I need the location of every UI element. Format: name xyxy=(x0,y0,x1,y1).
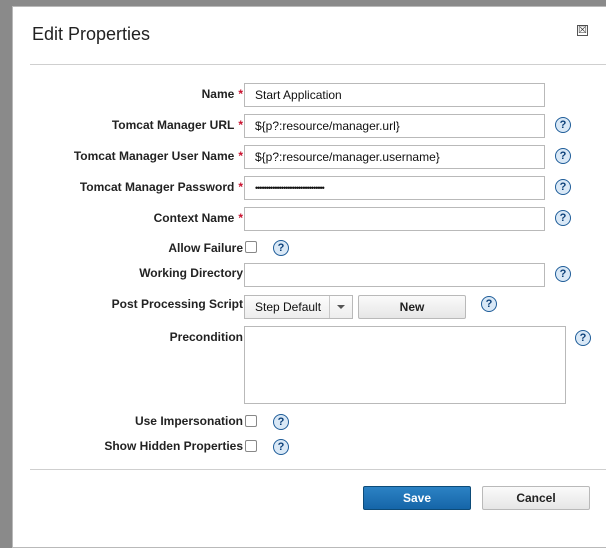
precondition-label: Precondition xyxy=(169,330,243,344)
close-icon[interactable]: ☒ xyxy=(577,25,588,36)
allow-failure-help-icon[interactable]: ? xyxy=(273,240,289,256)
required-marker: * xyxy=(238,211,243,225)
use-impersonation-help-icon[interactable]: ? xyxy=(273,414,289,430)
working-directory-help-icon[interactable]: ? xyxy=(555,266,571,282)
cancel-button[interactable]: Cancel xyxy=(482,486,590,510)
manager-password-label: Tomcat Manager Password * xyxy=(79,180,243,194)
post-processing-help-icon[interactable]: ? xyxy=(481,296,497,312)
working-directory-label: Working Directory xyxy=(139,266,243,280)
name-input[interactable]: Start Application xyxy=(244,83,545,107)
working-directory-input[interactable] xyxy=(244,263,545,287)
allow-failure-checkbox[interactable] xyxy=(245,241,257,253)
chevron-down-icon xyxy=(329,296,352,318)
post-processing-label: Post Processing Script xyxy=(111,297,243,311)
required-marker: * xyxy=(238,180,243,194)
context-name-input[interactable] xyxy=(244,207,545,231)
context-name-label: Context Name * xyxy=(153,211,243,225)
precondition-textarea[interactable] xyxy=(244,326,566,404)
context-name-help-icon[interactable]: ? xyxy=(555,210,571,226)
show-hidden-checkbox[interactable] xyxy=(245,440,257,452)
manager-password-input[interactable]: •••••••••••••••••••••••••••••••• xyxy=(244,176,545,200)
manager-user-label: Tomcat Manager User Name * xyxy=(73,149,243,163)
manager-url-help-icon[interactable]: ? xyxy=(555,117,571,133)
post-processing-selected: Step Default xyxy=(255,300,322,314)
manager-password-help-icon[interactable]: ? xyxy=(555,179,571,195)
use-impersonation-label: Use Impersonation xyxy=(134,414,243,428)
new-script-button[interactable]: New xyxy=(358,295,466,319)
post-processing-select[interactable]: Step Default xyxy=(244,295,353,319)
required-marker: * xyxy=(238,118,243,132)
allow-failure-label: Allow Failure xyxy=(168,241,243,255)
manager-url-input[interactable]: ${p?:resource/manager.url} xyxy=(244,114,545,138)
manager-user-help-icon[interactable]: ? xyxy=(555,148,571,164)
manager-url-label: Tomcat Manager URL * xyxy=(111,118,243,132)
show-hidden-help-icon[interactable]: ? xyxy=(273,439,289,455)
dialog-title: Edit Properties xyxy=(32,24,151,44)
required-marker: * xyxy=(238,87,243,101)
required-marker: * xyxy=(238,149,243,163)
save-button[interactable]: Save xyxy=(363,486,471,510)
edit-properties-dialog: Edit Properties ☒ Name * Start Applicatio… xyxy=(12,6,606,548)
manager-user-input[interactable]: ${p?:resource/manager.username} xyxy=(244,145,545,169)
header-divider xyxy=(30,64,606,65)
name-label: Name * xyxy=(201,87,243,101)
show-hidden-label: Show Hidden Properties xyxy=(104,439,243,453)
footer-divider xyxy=(30,469,606,470)
use-impersonation-checkbox[interactable] xyxy=(245,415,257,427)
precondition-help-icon[interactable]: ? xyxy=(575,330,591,346)
